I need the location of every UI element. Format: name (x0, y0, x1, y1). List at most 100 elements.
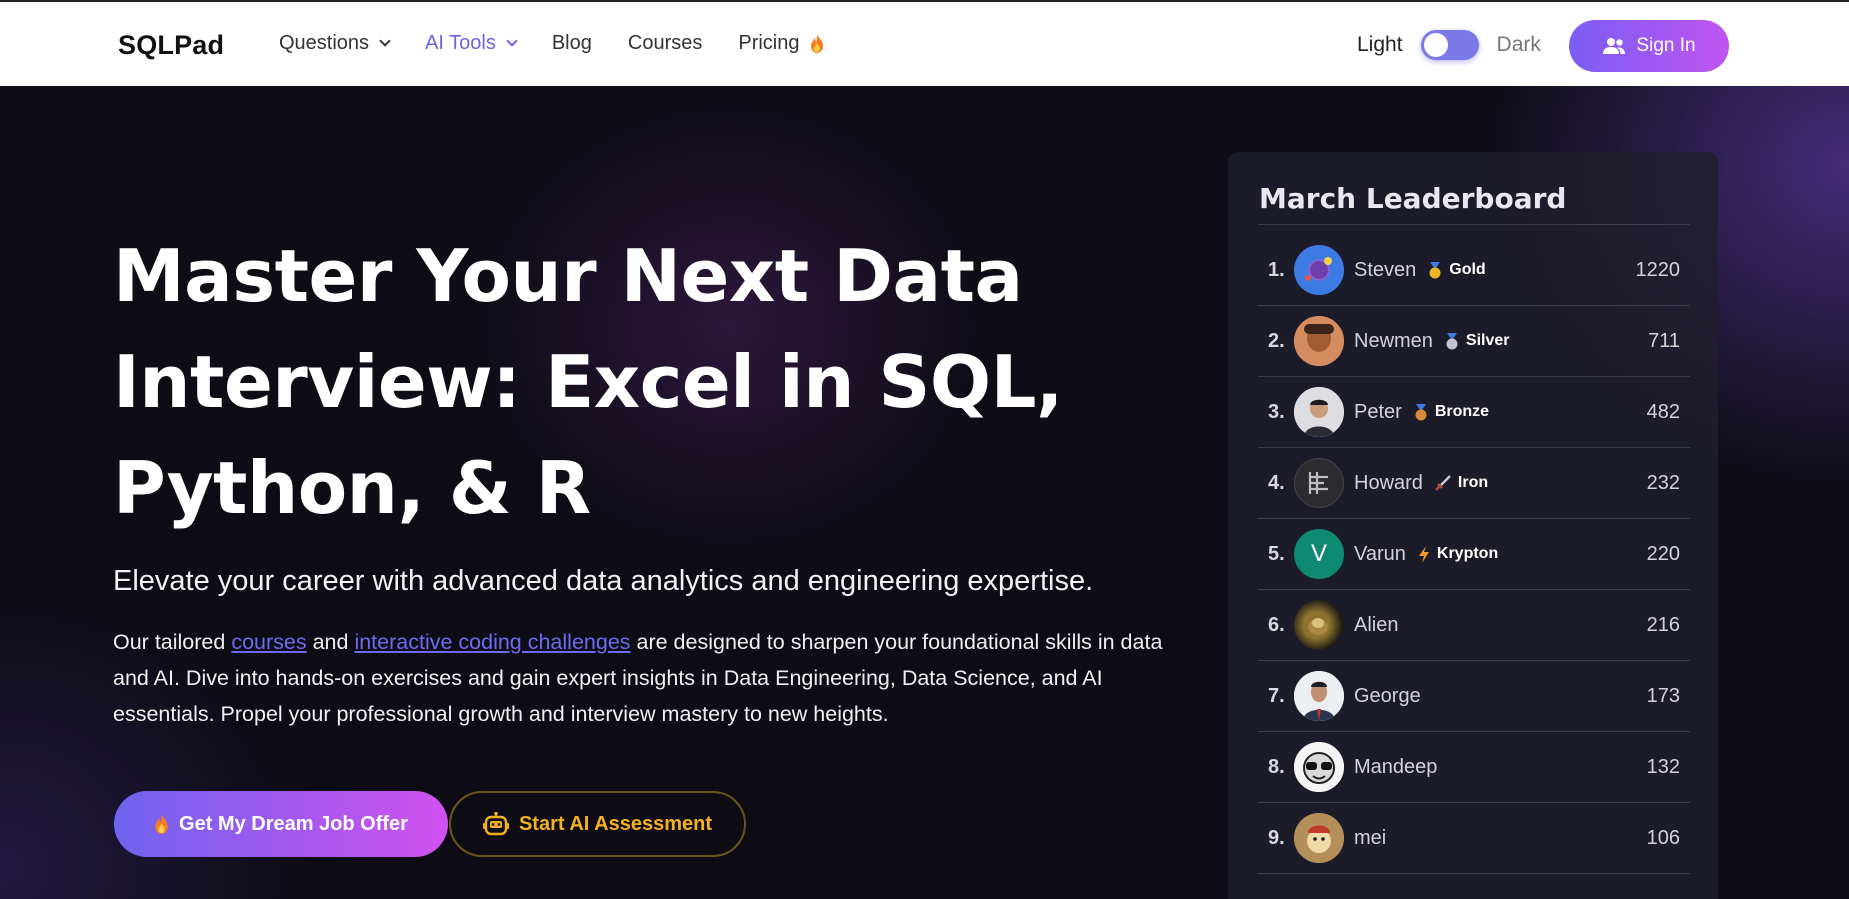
rank-number: 2. (1268, 329, 1285, 352)
sign-in-button[interactable]: Sign In (1569, 20, 1729, 72)
avatar[interactable] (1294, 600, 1344, 650)
tier-badge: Krypton (1418, 545, 1498, 563)
leaderboard-row[interactable]: 5. V Varun Krypton 220 (1258, 519, 1690, 590)
tier-label: Silver (1465, 332, 1510, 349)
player-name: Howard (1354, 471, 1423, 494)
theme-switcher: Light Dark (1357, 30, 1541, 60)
coding-challenges-link[interactable]: interactive coding challenges (354, 630, 630, 654)
avatar[interactable] (1294, 316, 1344, 366)
tier-badge: Silver (1445, 332, 1510, 350)
tier-badge: Gold (1428, 261, 1486, 279)
player-name: George (1354, 684, 1421, 707)
player-name: Peter (1354, 400, 1402, 423)
site-logo[interactable]: SQLPad (118, 30, 224, 61)
nav-links: Questions AI Tools Blog Courses Pricing (279, 32, 860, 55)
avatar[interactable] (1294, 458, 1344, 508)
leaderboard-row[interactable]: 1. Steven Gold 1220 (1258, 235, 1690, 306)
tier-label: Krypton (1436, 545, 1499, 562)
nav-blog-label: Blog (551, 32, 592, 54)
player-score: 711 (1648, 329, 1680, 352)
flame-icon (810, 34, 823, 53)
player-score: 1220 (1635, 258, 1681, 281)
leaderboard-row[interactable]: 3. Peter Bronze 482 (1258, 377, 1690, 448)
avatar[interactable] (1294, 387, 1344, 437)
theme-light-label: Light (1357, 33, 1403, 56)
player-score: 106 (1646, 826, 1680, 849)
tier-badge: Bronze (1414, 403, 1489, 421)
leaderboard-row[interactable]: 4. Howard Iron 232 (1258, 448, 1690, 519)
avatar-image (1294, 387, 1344, 437)
rank-number: 8. (1268, 755, 1285, 778)
rank-number: 7. (1268, 684, 1285, 707)
tier-label: Gold (1449, 261, 1486, 278)
avatar[interactable] (1294, 671, 1344, 721)
theme-toggle[interactable] (1420, 30, 1479, 60)
avatar-letter: V (1310, 540, 1327, 567)
nav-courses-label: Courses (627, 32, 703, 54)
avatar-image (1305, 257, 1332, 281)
hero-description: Our tailored courses and interactive cod… (113, 624, 1193, 732)
avatar-image (1308, 472, 1328, 494)
player-name: Varun (1354, 542, 1406, 565)
sign-in-label: Sign In (1636, 35, 1696, 56)
top-nav: SQLPad Questions AI Tools Blog Courses P… (0, 0, 1849, 86)
divider (1258, 224, 1690, 225)
dream-job-label: Get My Dream Job Offer (179, 812, 408, 835)
ai-assessment-button[interactable]: Start AI Assessment (449, 791, 746, 857)
rank-number: 3. (1268, 400, 1285, 423)
nav-pricing[interactable]: Pricing (738, 32, 823, 55)
iron-sword-icon (1435, 475, 1451, 491)
hero-section: Master Your Next Data Interview: Excel i… (0, 86, 1849, 899)
player-score: 232 (1646, 471, 1680, 494)
nav-questions-label: Questions (279, 32, 370, 54)
toggle-knob (1423, 33, 1448, 57)
para-text-1: Our tailored (113, 630, 232, 654)
avatar[interactable] (1294, 742, 1344, 792)
leaderboard-row[interactable]: 7. George 173 (1258, 661, 1690, 732)
robot-icon (482, 812, 509, 836)
leaderboard-list: 1. Steven Gold 1220 2. Newmen Silver 711… (1258, 235, 1690, 874)
rank-number: 6. (1268, 613, 1285, 636)
leaderboard-row[interactable]: 6. Alien 216 (1258, 590, 1690, 661)
avatar-image (1294, 742, 1344, 792)
rank-number: 9. (1268, 826, 1285, 849)
flame-icon (155, 814, 168, 834)
player-name: Mandeep (1354, 755, 1438, 778)
avatar-image (1294, 813, 1344, 863)
avatar-image (1294, 671, 1344, 721)
leaderboard-row[interactable]: 9. mei 106 (1258, 803, 1690, 874)
player-score: 220 (1646, 542, 1680, 565)
player-score: 216 (1646, 613, 1680, 636)
leaderboard-row[interactable]: 2. Newmen Silver 711 (1258, 306, 1690, 377)
player-name: Newmen (1354, 329, 1433, 352)
player-name: Steven (1354, 258, 1417, 281)
avatar[interactable]: V (1294, 529, 1344, 579)
player-score: 173 (1646, 684, 1680, 707)
nav-courses[interactable]: Courses (628, 32, 702, 55)
gold-medal-icon (1428, 261, 1442, 279)
avatar[interactable] (1294, 245, 1344, 295)
hero-headline: Master Your Next Data Interview: Excel i… (113, 234, 1063, 530)
silver-medal-icon (1445, 332, 1459, 350)
rank-number: 5. (1268, 542, 1285, 565)
leaderboard-title: March Leaderboard (1259, 182, 1567, 215)
nav-ai-tools-label: AI Tools (425, 32, 496, 54)
nav-pricing-label: Pricing (738, 32, 800, 54)
player-score: 482 (1646, 400, 1680, 423)
chevron-down-icon (379, 35, 391, 47)
nav-ai-tools[interactable]: AI Tools (425, 32, 518, 55)
tier-label: Iron (1457, 474, 1489, 491)
para-text-2: and (306, 630, 355, 654)
player-name: Alien (1354, 613, 1399, 636)
courses-link[interactable]: courses (231, 630, 306, 654)
nav-questions[interactable]: Questions (279, 32, 391, 55)
avatar[interactable] (1294, 813, 1344, 863)
hero-subheading: Elevate your career with advanced data a… (113, 565, 1094, 597)
avatar-image (1294, 316, 1344, 366)
rank-number: 4. (1268, 471, 1285, 494)
avatar-image (1308, 618, 1328, 635)
dream-job-button[interactable]: Get My Dream Job Offer (114, 791, 448, 857)
nav-blog[interactable]: Blog (552, 32, 592, 55)
leaderboard-row[interactable]: 8. Mandeep 132 (1258, 732, 1690, 803)
bronze-medal-icon (1414, 403, 1428, 421)
